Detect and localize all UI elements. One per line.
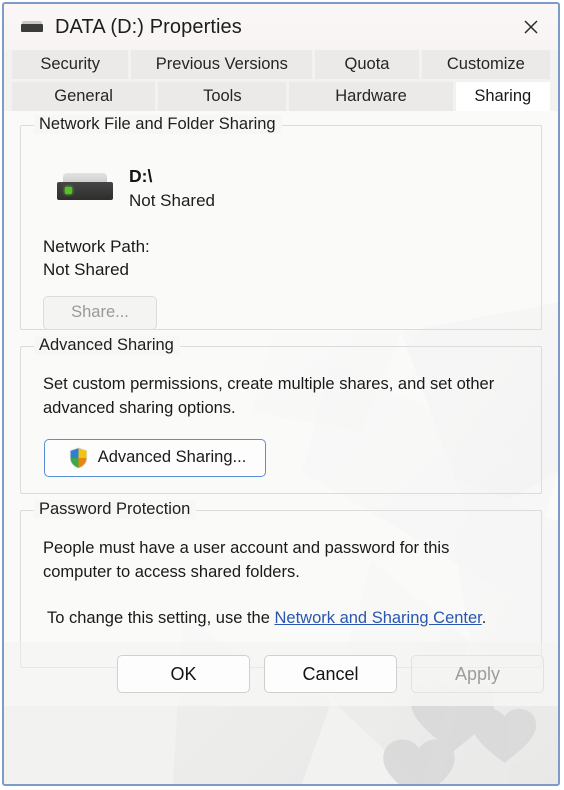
tab-strip: Security Previous Versions Quota Customi… bbox=[4, 50, 558, 111]
tab-general-label: General bbox=[54, 87, 113, 105]
tab-general[interactable]: General bbox=[12, 82, 156, 111]
tab-row-bottom: General Tools Hardware Sharing bbox=[12, 82, 551, 111]
ok-button-label: OK bbox=[170, 663, 197, 684]
tab-security-label: Security bbox=[40, 55, 100, 73]
close-icon bbox=[524, 20, 538, 34]
drive-name: D:\ bbox=[129, 166, 153, 186]
tab-customize-label: Customize bbox=[446, 55, 525, 73]
uac-shield-icon bbox=[69, 447, 87, 469]
advanced-sharing-description: Set custom permissions, create multiple … bbox=[43, 375, 495, 417]
tab-hardware[interactable]: Hardware bbox=[289, 82, 453, 111]
network-file-and-folder-sharing-group: Network File and Folder Sharing D:\ Not … bbox=[20, 115, 542, 330]
tab-previous-versions-label: Previous Versions bbox=[155, 55, 288, 73]
tab-quota-label: Quota bbox=[344, 55, 390, 73]
close-button[interactable] bbox=[504, 4, 558, 50]
advanced-sharing-button-label: Advanced Sharing... bbox=[97, 448, 247, 467]
network-and-sharing-center-link[interactable]: Network and Sharing Center bbox=[274, 609, 481, 627]
dialog-button-bar: OK Cancel Apply bbox=[4, 642, 558, 706]
password-protection-description: People must have a user account and pass… bbox=[43, 539, 450, 581]
password-protection-group-title: Password Protection bbox=[34, 500, 197, 519]
link-prefix-text: To change this setting, use the bbox=[47, 608, 275, 627]
advanced-sharing-group-title: Advanced Sharing bbox=[34, 336, 180, 355]
tab-row-top: Security Previous Versions Quota Customi… bbox=[12, 50, 551, 79]
tab-sharing-label: Sharing bbox=[474, 87, 532, 105]
tab-previous-versions[interactable]: Previous Versions bbox=[131, 50, 313, 79]
password-protection-link-line: To change this setting, use the Network … bbox=[47, 609, 527, 628]
cancel-button-label: Cancel bbox=[302, 663, 359, 684]
tab-sharing[interactable]: Sharing bbox=[455, 82, 551, 111]
properties-dialog-window: DATA (D:) Properties Security Previous V… bbox=[2, 2, 560, 786]
tab-tools-label: Tools bbox=[203, 87, 242, 105]
tab-tools[interactable]: Tools bbox=[158, 82, 287, 111]
link-suffix-text: . bbox=[481, 608, 487, 627]
advanced-sharing-button[interactable]: Advanced Sharing... bbox=[44, 438, 266, 477]
network-group-title: Network File and Folder Sharing bbox=[34, 115, 282, 134]
cancel-button[interactable]: Cancel bbox=[264, 655, 397, 693]
window-title: DATA (D:) Properties bbox=[55, 15, 242, 38]
tab-quota[interactable]: Quota bbox=[315, 50, 419, 79]
apply-button[interactable]: Apply bbox=[411, 655, 544, 693]
network-path-value: Not Shared bbox=[43, 259, 129, 279]
hard-drive-icon bbox=[21, 21, 43, 33]
ok-button[interactable]: OK bbox=[117, 655, 250, 693]
share-button-label: Share... bbox=[71, 303, 129, 322]
sharing-tab-panel: Network File and Folder Sharing D:\ Not … bbox=[4, 111, 558, 706]
share-button[interactable]: Share... bbox=[43, 295, 157, 330]
drive-share-state: Not Shared bbox=[129, 190, 215, 210]
tab-hardware-label: Hardware bbox=[335, 87, 407, 105]
title-bar: DATA (D:) Properties bbox=[4, 4, 558, 50]
hard-drive-icon bbox=[57, 173, 113, 203]
advanced-sharing-group: Advanced Sharing Set custom permissions,… bbox=[20, 336, 542, 494]
tab-security[interactable]: Security bbox=[12, 50, 129, 79]
apply-button-label: Apply bbox=[454, 663, 501, 684]
tab-customize[interactable]: Customize bbox=[421, 50, 551, 79]
network-path-label: Network Path: bbox=[43, 236, 150, 256]
shared-drive-row: D:\ Not Shared bbox=[57, 164, 527, 213]
